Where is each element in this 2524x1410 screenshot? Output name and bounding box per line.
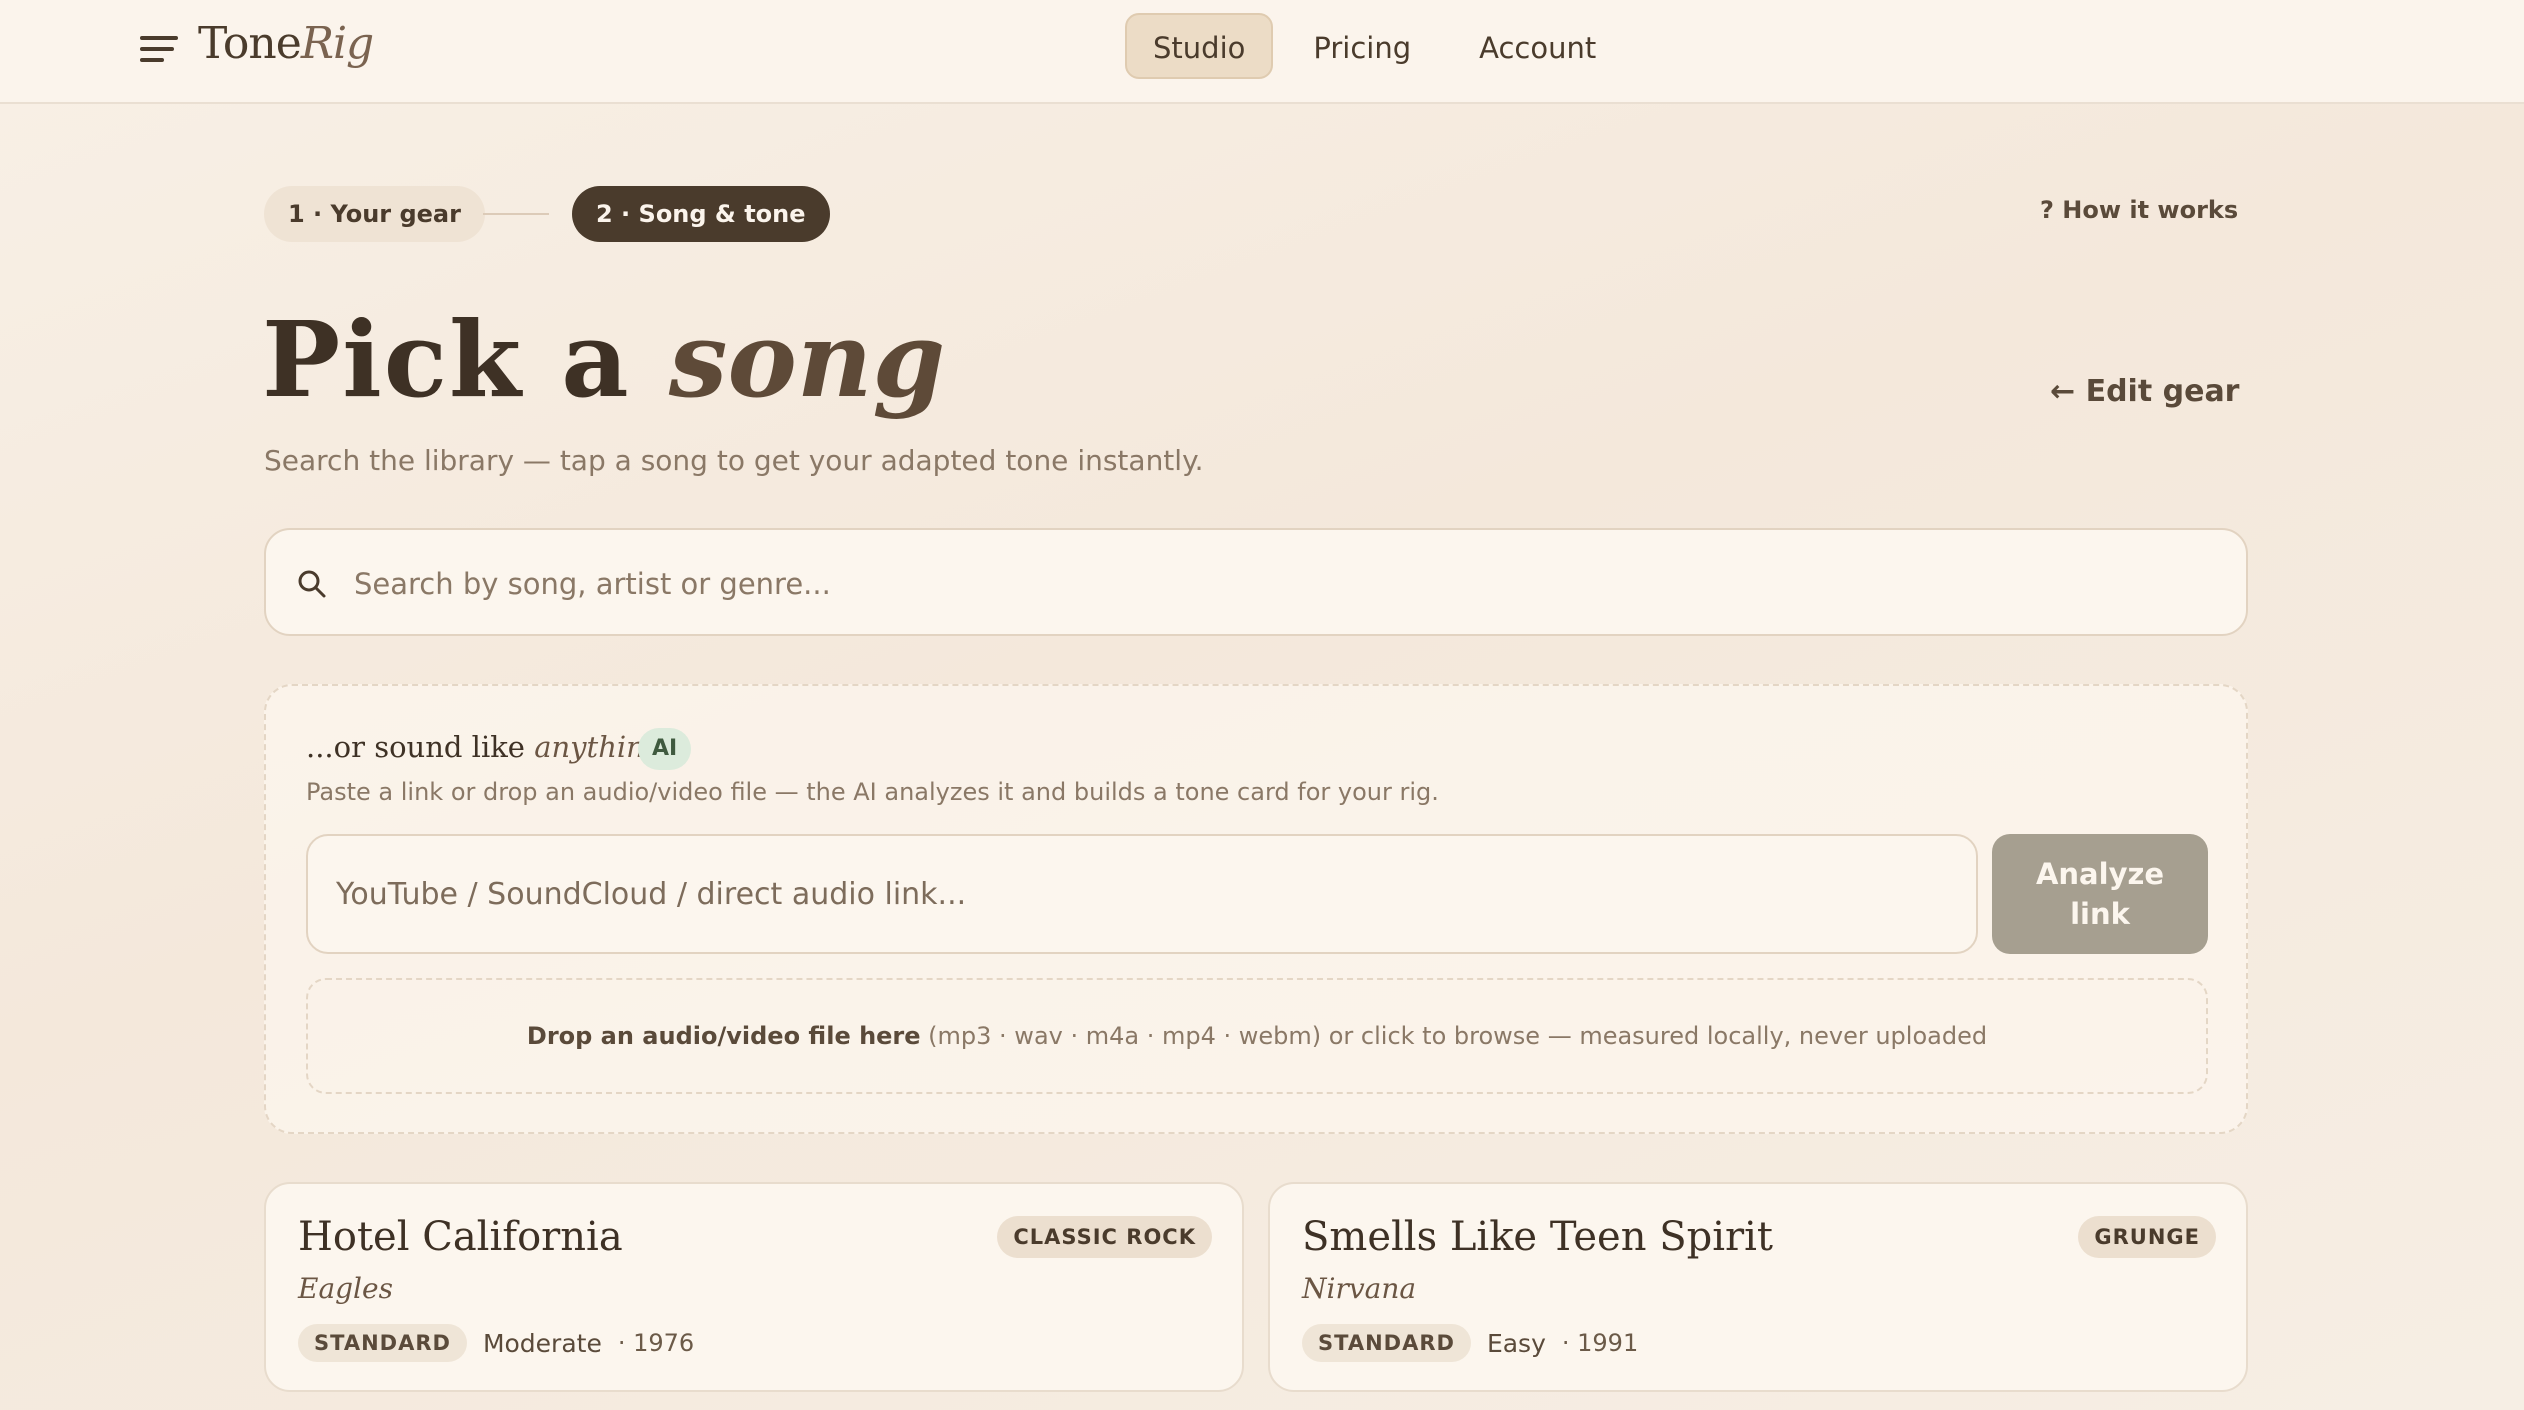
ai-badge: AI xyxy=(638,728,692,770)
audio-link-input[interactable] xyxy=(306,834,1978,954)
page-title: Pick a song xyxy=(262,298,946,421)
song-card[interactable]: Hotel California Eagles CLASSIC ROCK STA… xyxy=(264,1182,1244,1392)
dropzone-label: Drop an audio/video file here xyxy=(526,1022,921,1050)
tuning-badge: STANDARD xyxy=(1302,1324,1471,1362)
analyze-link-button[interactable]: Analyze link xyxy=(1992,834,2208,954)
tab-pricing[interactable]: Pricing xyxy=(1285,13,1439,79)
song-title: Hotel California xyxy=(298,1214,623,1260)
step-song-tone[interactable]: 2 · Song & tone xyxy=(572,186,830,242)
main-nav: Studio Pricing Account xyxy=(1125,13,1624,81)
search-bar xyxy=(264,528,2248,636)
song-difficulty: Moderate xyxy=(482,1328,602,1358)
file-dropzone[interactable]: Drop an audio/video file here (mp3 · wav… xyxy=(306,978,2208,1094)
how-it-works-link[interactable]: ? How it works xyxy=(2040,196,2238,224)
tab-studio[interactable]: Studio xyxy=(1125,13,1274,79)
ai-analyze-card: ...or sound like anything AI Paste a lin… xyxy=(264,684,2248,1134)
song-artist: Eagles xyxy=(298,1272,393,1305)
song-difficulty: Easy xyxy=(1486,1328,1546,1358)
search-input[interactable] xyxy=(354,552,2214,616)
page: ToneRig Studio Pricing Account 1 · Your … xyxy=(0,0,2524,1410)
song-meta: STANDARD Easy · 1991 xyxy=(1302,1324,1638,1362)
top-bar: ToneRig Studio Pricing Account xyxy=(0,0,2524,104)
genre-badge: CLASSIC ROCK xyxy=(997,1216,1212,1258)
search-icon xyxy=(298,570,326,598)
page-subtitle: Search the library — tap a song to get y… xyxy=(264,444,1204,477)
tab-account[interactable]: Account xyxy=(1451,13,1624,79)
ai-card-description: Paste a link or drop an audio/video file… xyxy=(306,778,1439,806)
dropzone-hint: (mp3 · wav · m4a · mp4 · webm) or click … xyxy=(920,1022,1988,1050)
song-card[interactable]: Smells Like Teen Spirit Nirvana GRUNGE S… xyxy=(1268,1182,2248,1392)
brand-logo[interactable]: ToneRig xyxy=(198,18,374,69)
edit-gear-link[interactable]: ← Edit gear xyxy=(2050,374,2239,409)
song-meta: STANDARD Moderate · 1976 xyxy=(298,1324,694,1362)
tuning-badge: STANDARD xyxy=(298,1324,467,1362)
song-year: · 1991 xyxy=(1561,1329,1639,1357)
ai-card-title: ...or sound like anything xyxy=(306,730,664,764)
song-title: Smells Like Teen Spirit xyxy=(1302,1214,1773,1260)
step-your-gear[interactable]: 1 · Your gear xyxy=(264,186,485,242)
song-artist: Nirvana xyxy=(1302,1272,1417,1305)
genre-badge: GRUNGE xyxy=(2078,1216,2216,1258)
menu-icon[interactable] xyxy=(140,34,178,64)
song-year: · 1976 xyxy=(617,1329,695,1357)
step-connector xyxy=(483,213,549,215)
